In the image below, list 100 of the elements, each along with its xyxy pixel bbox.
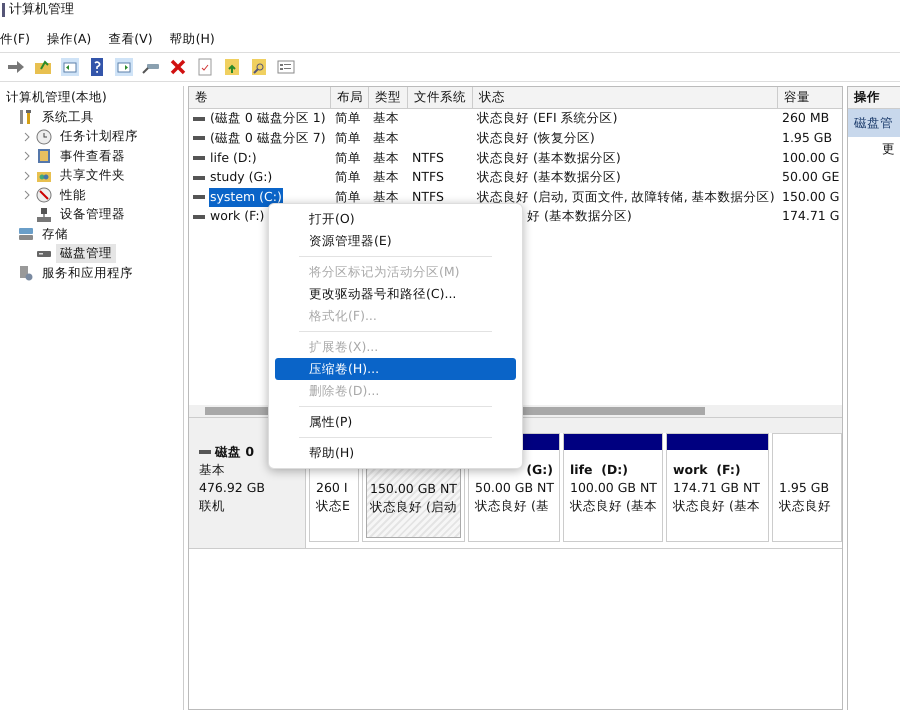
menu-item[interactable]: 帮助(H) [170,30,215,48]
pane-icon[interactable] [60,57,80,77]
disk-type: 基本 [199,461,226,479]
partition-detail: 1.95 GB [779,479,830,497]
table-cell-text: 100.00 G [782,148,840,167]
disk-size: 476.92 GB [199,479,266,497]
context-menu-item[interactable]: 属性(P) [275,411,516,433]
volume-icon [193,174,205,181]
tree-item[interactable]: 服务和应用程序 [38,264,137,283]
table-cell-text: NTFS [412,188,444,206]
table-cell-text: 状态良好 (恢复分区) [477,129,595,148]
window-title: 计算机管理 [9,1,74,20]
partition-detail: 状态良好 (启动 [370,498,457,516]
table-cell-text: 基本 [373,148,399,167]
volume-icon [193,214,205,220]
volume-name[interactable]: (磁盘 0 磁盘分区 1) [209,109,327,128]
tree-item[interactable]: 性能 [56,186,90,205]
table-cell-text: 简单 [335,188,361,206]
table-cell-text: 简单 [335,148,361,167]
table-cell-text: 50.00 GE [782,168,840,186]
table-cell-text: NTFS [412,168,444,186]
table-cell-text: 状态良好 (基本数据分区) [477,148,621,167]
column-header[interactable]: 卷 [189,87,331,108]
partition-detail: 50.00 GB NT [475,479,553,497]
storage-icon [18,226,34,242]
volume-name[interactable]: (磁盘 0 磁盘分区 7) [209,129,327,148]
partition-detail: 状态良好 (基本 [673,497,761,515]
partition-block[interactable]: life (D:) 100.00 GB NT 状态良好 (基本 [563,433,663,542]
table-cell-text: 基本 [373,129,399,148]
table-cell-text: 好 (基本数据分区) [527,207,632,226]
volume-name[interactable]: system (C:) [209,188,283,207]
chevron-icon[interactable] [23,170,31,181]
tree-item[interactable]: 磁盘管理 [56,244,116,264]
event-log-icon [36,148,52,164]
table-cell-text: 1.95 GB [782,129,832,148]
menu-item[interactable]: 查看(V) [108,30,153,48]
table-cell-text: 基本 [373,168,399,186]
pane-icon[interactable] [114,57,134,77]
partition-name: life (D:) [570,461,628,479]
volume-name[interactable]: life (D:) [209,148,258,168]
table-cell-text: 状态良好 (启动, 页面文件, 故障转储, 基本数据分区) [477,188,775,206]
context-menu-item[interactable]: 更改驱动器号和路径(C)... [275,283,516,305]
context-menu-item[interactable]: 资源管理器(E) [275,230,516,252]
column-header[interactable]: 状态 [473,87,778,108]
chevron-icon[interactable] [23,151,31,162]
volume-icon [193,154,205,161]
table-cell-text: 简单 [335,129,361,148]
volume-name[interactable]: work (F:) [209,207,266,226]
partition-detail: 150.00 GB NT [370,480,457,498]
action-item[interactable]: 磁盘管 [848,109,900,137]
table-cell-text: 状态良好 (EFI 系统分区) [477,109,618,128]
chevron-icon[interactable] [23,190,31,200]
menu-item[interactable]: 操作(A) [46,30,92,48]
column-header[interactable]: 文件系统 [408,87,473,108]
action-item[interactable]: 更 [848,137,900,161]
table-cell-text: 简单 [335,168,361,186]
tree-item[interactable]: 系统工具 [38,108,98,127]
table-cell-text: 简单 [335,109,361,128]
column-header[interactable]: 类型 [369,87,408,108]
column-header[interactable]: 布局 [331,87,369,108]
table-cell-text: NTFS [412,148,444,167]
table-cell-text: 基本 [373,188,399,206]
partition-detail: 174.71 GB NT [673,479,761,497]
gauge-icon [36,187,52,204]
partition-detail: 260 I [316,479,349,497]
disk-state: 联机 [199,497,226,515]
context-menu-item[interactable]: 压缩卷(H)... [275,358,516,380]
partition-detail: 状态良好 (基本 [570,497,656,515]
folder-search-icon[interactable] [249,57,269,77]
partition-block[interactable]: work (F:) 174.71 GB NT 状态良好 (基本 [666,433,769,542]
table-cell-text: 基本 [373,109,399,128]
tools-icon [18,109,34,126]
delete-icon[interactable] [168,57,188,77]
disk-name: 磁盘 0 [215,443,254,461]
device-icon [36,206,52,223]
volume-icon [193,116,205,122]
tree-item[interactable]: 事件查看器 [56,146,129,166]
tree-root[interactable]: 计算机管理(本地) [0,88,183,108]
partition-name: (G:) [526,461,553,479]
tree-item[interactable]: 存储 [38,224,72,244]
tree-item[interactable]: 共享文件夹 [56,166,129,186]
volume-icon [193,194,205,200]
table-cell-text: 260 MB [782,109,830,128]
app-icon [2,3,5,17]
menu-item[interactable]: 件(F) [0,30,30,48]
tree-item[interactable]: 任务计划程序 [56,127,142,146]
partition-detail: 状态良好 [779,497,832,515]
tree-item[interactable]: 设备管理器 [56,205,129,224]
volume-icon [193,135,205,142]
chevron-icon[interactable] [23,132,31,142]
volume-name[interactable]: study (G:) [209,168,274,187]
partition-block[interactable]: 1.95 GB 状态良好 [772,433,842,542]
context-menu-item[interactable]: 打开(O) [275,208,516,230]
clock-icon [36,128,52,145]
partition-detail: 100.00 GB NT [570,479,656,497]
disk-drive-icon [37,250,51,257]
services-icon [18,265,34,282]
partition-name: work (F:) [673,461,741,479]
partition-detail: 状态E [316,497,351,515]
table-cell-text: 150.00 G [782,188,840,206]
